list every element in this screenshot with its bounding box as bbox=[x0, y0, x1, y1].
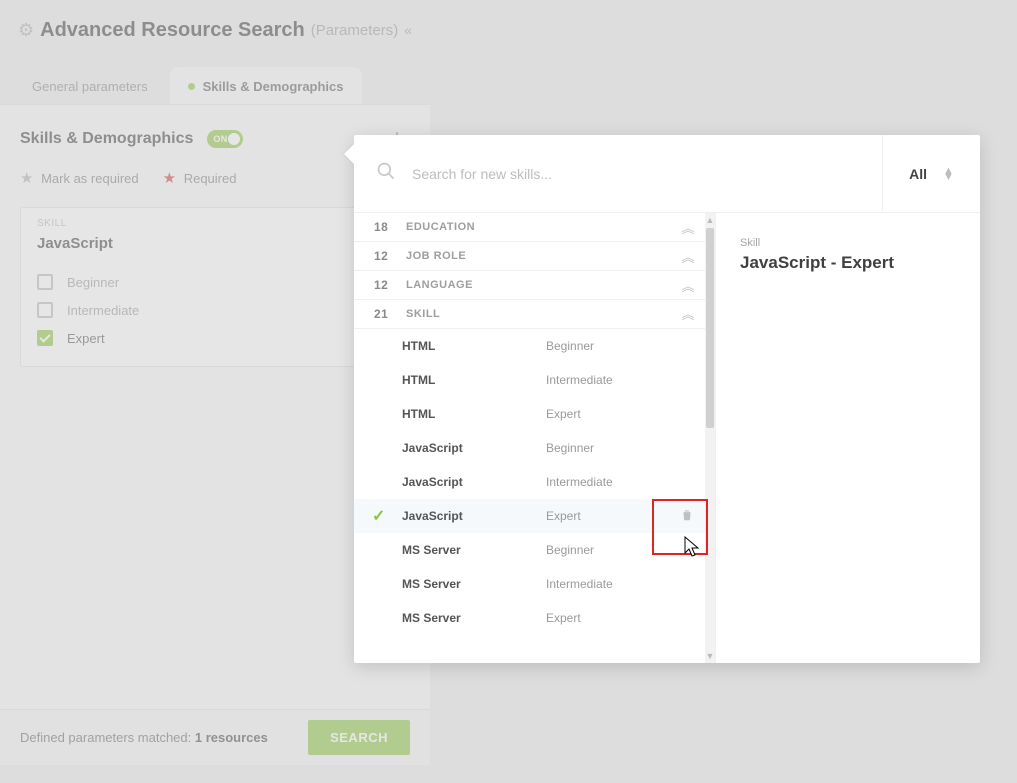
skill-item-name: JavaScript bbox=[396, 441, 546, 455]
details-label: Skill bbox=[740, 237, 956, 249]
skill-item-name: MS Server bbox=[396, 611, 546, 625]
chevron-up-icon: ︽ bbox=[681, 276, 695, 295]
filter-select[interactable]: All ▲▼ bbox=[882, 135, 980, 212]
category-row[interactable]: 12JOB ROLE︽ bbox=[354, 242, 715, 271]
skill-item-level: Intermediate bbox=[546, 577, 677, 591]
details-pane: Skill JavaScript - Expert bbox=[716, 213, 980, 663]
category-count: 12 bbox=[374, 249, 406, 263]
skill-item-level: Beginner bbox=[546, 441, 677, 455]
skill-item-name: HTML bbox=[396, 407, 546, 421]
scroll-down-icon[interactable]: ▼ bbox=[706, 649, 715, 663]
skill-item-level: Expert bbox=[546, 407, 677, 421]
skill-item-level: Expert bbox=[546, 611, 677, 625]
skill-item-row[interactable]: ✓MS ServerBeginner bbox=[354, 533, 715, 567]
category-count: 12 bbox=[374, 278, 406, 292]
skill-item-level: Beginner bbox=[546, 339, 677, 353]
skill-item-name: MS Server bbox=[396, 543, 546, 557]
category-name: EDUCATION bbox=[406, 221, 681, 233]
popover-search-bar: All ▲▼ bbox=[354, 135, 980, 213]
skill-item-row[interactable]: ✓MS ServerIntermediate bbox=[354, 567, 715, 601]
category-name: SKILL bbox=[406, 308, 681, 320]
skill-item-level: Intermediate bbox=[546, 475, 677, 489]
skill-item-row[interactable]: ✓HTMLExpert bbox=[354, 397, 715, 431]
trash-icon[interactable] bbox=[677, 508, 697, 525]
check-icon: ✓ bbox=[372, 506, 396, 526]
skill-item-row[interactable]: ✓HTMLBeginner bbox=[354, 329, 715, 363]
category-row[interactable]: 12LANGUAGE︽ bbox=[354, 271, 715, 300]
skill-item-row[interactable]: ✓MS ServerExpert bbox=[354, 601, 715, 635]
search-icon bbox=[376, 161, 400, 186]
skill-item-row[interactable]: ✓JavaScriptExpert bbox=[354, 499, 715, 533]
scrollbar[interactable]: ▲▼ bbox=[705, 213, 715, 663]
chevron-up-icon: ︾ bbox=[681, 305, 695, 324]
sort-icon: ▲▼ bbox=[943, 168, 954, 180]
scroll-thumb[interactable] bbox=[706, 228, 714, 428]
category-row[interactable]: 18EDUCATION︽ bbox=[354, 213, 715, 242]
popover-body: 18EDUCATION︽12JOB ROLE︽12LANGUAGE︽21SKIL… bbox=[354, 213, 980, 663]
skill-item-row[interactable]: ✓HTMLIntermediate bbox=[354, 363, 715, 397]
skill-item-name: JavaScript bbox=[396, 475, 546, 489]
skill-item-name: JavaScript bbox=[396, 509, 546, 523]
scroll-up-icon[interactable]: ▲ bbox=[706, 213, 715, 227]
skill-item-row[interactable]: ✓JavaScriptBeginner bbox=[354, 431, 715, 465]
skill-item-name: MS Server bbox=[396, 577, 546, 591]
search-input[interactable] bbox=[400, 162, 882, 186]
skill-item-level: Beginner bbox=[546, 543, 677, 557]
skill-list[interactable]: 18EDUCATION︽12JOB ROLE︽12LANGUAGE︽21SKIL… bbox=[354, 213, 716, 663]
category-row[interactable]: 21SKILL︾ bbox=[354, 300, 715, 329]
skill-item-name: HTML bbox=[396, 339, 546, 353]
chevron-up-icon: ︽ bbox=[681, 218, 695, 237]
skill-item-level: Expert bbox=[546, 509, 677, 523]
skill-item-name: HTML bbox=[396, 373, 546, 387]
chevron-up-icon: ︽ bbox=[681, 247, 695, 266]
category-count: 18 bbox=[374, 220, 406, 234]
filter-label: All bbox=[909, 166, 927, 182]
details-value: JavaScript - Expert bbox=[740, 253, 956, 273]
category-name: JOB ROLE bbox=[406, 250, 681, 262]
skill-picker-popover: All ▲▼ 18EDUCATION︽12JOB ROLE︽12LANGUAGE… bbox=[354, 135, 980, 663]
skill-item-row[interactable]: ✓JavaScriptIntermediate bbox=[354, 465, 715, 499]
category-count: 21 bbox=[374, 307, 406, 321]
category-name: LANGUAGE bbox=[406, 279, 681, 291]
skill-item-level: Intermediate bbox=[546, 373, 677, 387]
